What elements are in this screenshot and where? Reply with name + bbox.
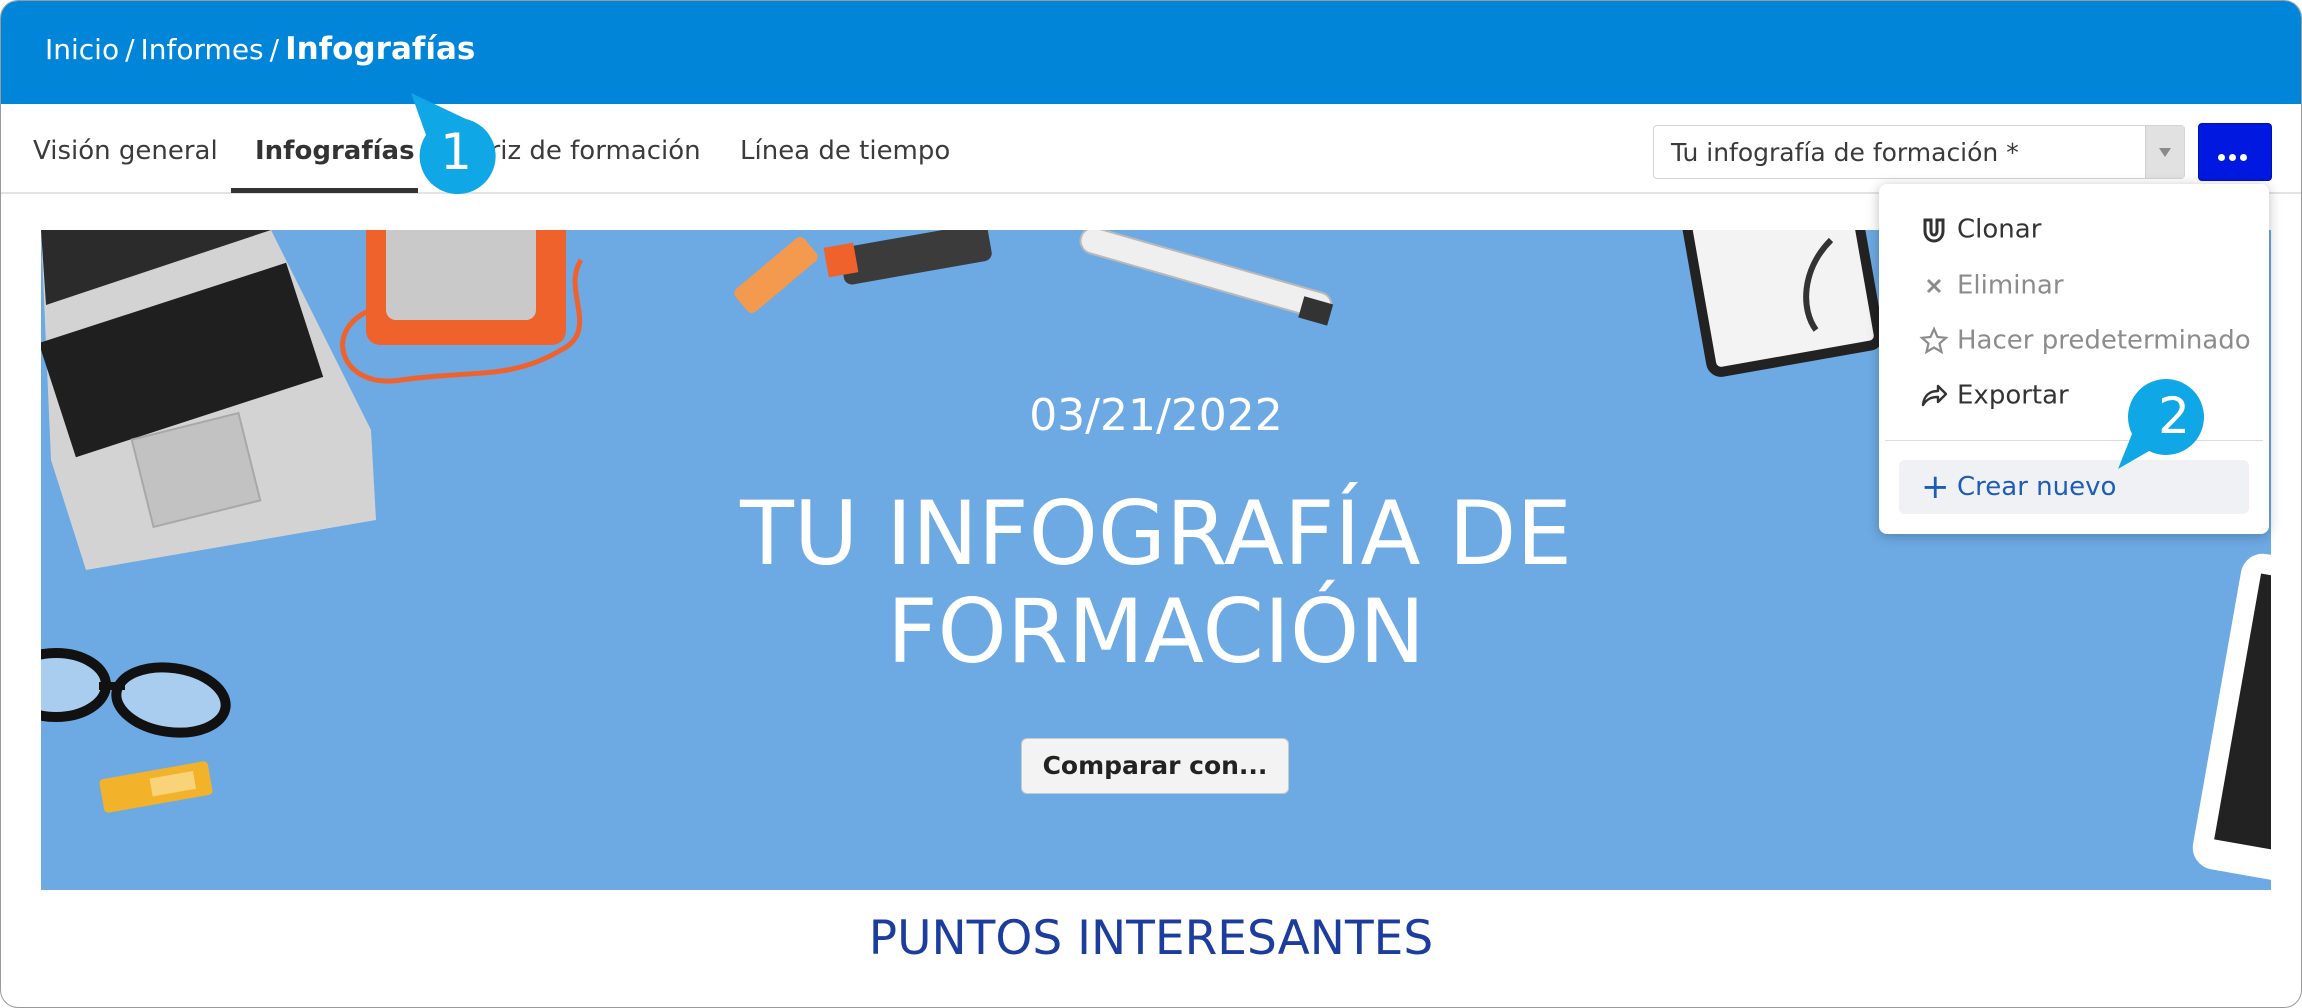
- menu-item-export[interactable]: Exportar: [1919, 380, 2069, 420]
- pen-illustration: [1079, 230, 1334, 326]
- highlighter-illustration: [734, 230, 992, 313]
- more-actions-button[interactable]: [2198, 123, 2272, 181]
- more-horizontal-icon: [2218, 148, 2251, 166]
- menu-item-delete[interactable]: Eliminar: [1919, 270, 2064, 310]
- close-icon: [1926, 278, 1942, 293]
- menu-item-clone-label: Clonar: [1957, 214, 2042, 245]
- section-title: PUNTOS INTERESANTES: [868, 911, 1434, 966]
- compare-with-button[interactable]: Comparar con...: [1021, 738, 1289, 794]
- menu-item-make-default-label: Hacer predeterminado: [1957, 325, 2251, 356]
- breadcrumb-reports-link[interactable]: Informes: [141, 33, 264, 66]
- actions-dropdown-menu: Clonar Eliminar Hacer predeterminado Exp…: [1879, 184, 2269, 534]
- tab-infografias[interactable]: Infografías: [255, 104, 415, 192]
- callout-marker-2: 2: [2116, 379, 2216, 474]
- infographic-select[interactable]: Tu infografía de formación *: [1653, 125, 2185, 179]
- active-tab-indicator: [231, 188, 418, 193]
- menu-item-export-label: Exportar: [1957, 380, 2069, 411]
- breadcrumb-separator: /: [269, 33, 280, 66]
- callout-number-2: 2: [2158, 387, 2190, 445]
- magnet-icon: [1923, 218, 1945, 243]
- star-icon: [1919, 325, 1949, 354]
- page-header: Inicio / Informes / Infografías: [1, 1, 2301, 104]
- callout-marker-1: 1: [406, 87, 496, 197]
- chevron-down-icon[interactable]: [2145, 126, 2184, 178]
- app-frame: Inicio / Informes / Infografías Visión gener…: [0, 0, 2302, 1008]
- tab-linea-tiempo[interactable]: Línea de tiempo: [740, 104, 950, 192]
- tab-bar: Visión general Infografías Matriz de for…: [1, 104, 2301, 194]
- infographic-select-value: Tu infografía de formación *: [1671, 138, 2019, 167]
- breadcrumb-current: Infografías: [285, 31, 476, 67]
- tab-vision-general[interactable]: Visión general: [33, 104, 218, 192]
- breadcrumb-separator: /: [125, 33, 135, 66]
- share-icon: [1921, 384, 1948, 406]
- breadcrumb-home-link[interactable]: Inicio: [45, 33, 119, 66]
- menu-item-clone[interactable]: Clonar: [1919, 214, 2041, 254]
- hard-drive-illustration: [340, 230, 584, 384]
- menu-item-create-new-label: Crear nuevo: [1957, 472, 2117, 502]
- breadcrumb: Inicio / Informes / Infografías: [45, 31, 475, 67]
- plus-icon: +: [1921, 467, 1950, 507]
- infographic-title-line2: FORMACIÓN: [886, 580, 1426, 683]
- menu-item-delete-label: Eliminar: [1957, 270, 2064, 301]
- usb-stick-illustration: [99, 761, 213, 813]
- callout-number-1: 1: [440, 123, 472, 181]
- menu-item-make-default[interactable]: Hacer predeterminado: [1919, 325, 2251, 365]
- notebook-illustration: [1676, 230, 1884, 377]
